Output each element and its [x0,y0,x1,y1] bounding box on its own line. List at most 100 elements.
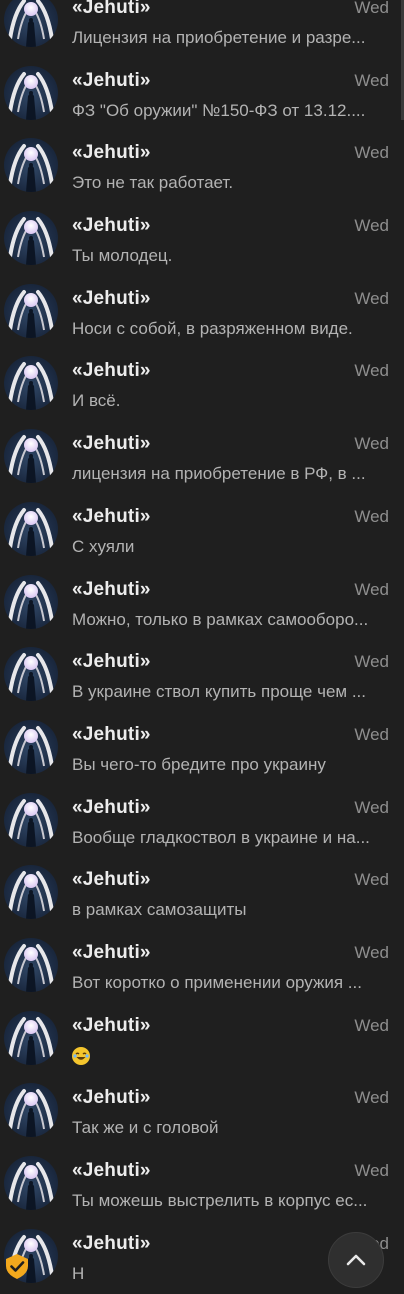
avatar[interactable] [4,719,58,774]
avatar[interactable] [4,429,58,484]
conversation-date: Wed [354,143,389,163]
moon-pillars-avatar-icon [8,217,54,266]
conversation-date: Wed [354,652,389,672]
conversation-preview: Вообще гладкоствол в украине и на... [72,827,370,847]
conversation-row[interactable]: «Jehuti» Wed Так же и с головой [0,1076,404,1149]
moon-pillars-avatar-icon [8,653,54,702]
avatar[interactable] [4,1083,58,1138]
laughing-emoji-icon [72,1047,90,1066]
conversation-preview: Ты можешь выстрелить в корпус ес... [72,1191,368,1210]
moon-pillars-avatar-icon [8,507,54,556]
avatar[interactable] [4,865,58,920]
avatar[interactable] [4,211,58,266]
conversation-name: «Jehuti» [72,1232,151,1254]
conversation-name: «Jehuti» [72,0,151,18]
conversation-name: «Jehuti» [72,433,151,455]
moon-pillars-avatar-icon [8,1162,54,1210]
avatar[interactable] [4,283,58,338]
conversation-date: Wed [354,724,389,744]
conversation-row[interactable]: «Jehuti» Wed С хуяли [0,495,404,568]
moon-pillars-avatar-icon [8,1089,54,1138]
avatar[interactable] [4,138,58,193]
conversation-row[interactable]: «Jehuti» Wed ФЗ "Об оружии" №150-ФЗ от 1… [0,59,404,132]
conversation-row[interactable]: «Jehuti» Wed Лицензия на приобретение и … [0,0,404,59]
conversation-name: «Jehuti» [72,869,151,891]
conversation-name: «Jehuti» [72,215,151,237]
conversation-row[interactable]: «Jehuti» Wed лицензия на приобретение в … [0,422,404,495]
conversation-name: «Jehuti» [72,796,151,818]
conversation-date: Wed [354,1088,389,1108]
conversation-row[interactable]: «Jehuti» Wed Можно, только в рамках само… [0,568,404,641]
conversation-name: «Jehuti» [72,142,151,164]
conversation-name: «Jehuti» [72,505,151,527]
moon-pillars-avatar-icon [8,435,54,484]
conversation-row[interactable]: «Jehuti» Wed [0,1004,404,1077]
moon-pillars-avatar-icon [8,362,54,411]
avatar[interactable] [4,1156,58,1210]
avatar[interactable] [4,65,58,120]
conversation-preview [72,1046,390,1066]
conversation-preview: в рамках самозащиты [72,900,247,920]
conversation-preview: ФЗ "Об оружии" №150-ФЗ от 13.12.... [72,100,366,120]
avatar[interactable] [4,792,58,847]
avatar[interactable] [4,356,58,411]
conversation-row[interactable]: «Jehuti» Wed Вы чего-то бредите про укра… [0,713,404,786]
conversation-name: «Jehuti» [72,287,151,309]
avatar[interactable] [4,1010,58,1065]
avatar[interactable] [4,647,58,702]
conversation-date: Wed [354,579,389,599]
conversation-row[interactable]: «Jehuti» Wed Вообще гладкоствол в украин… [0,786,404,859]
conversation-preview: Носи с собой, в разряженном виде. [72,318,353,338]
moon-pillars-avatar-icon [8,71,54,120]
moon-pillars-avatar-icon [8,0,54,47]
conversation-date: Wed [354,70,389,90]
conversation-preview: Можно, только в рамках самооборо... [72,609,369,629]
conversation-preview: В украине ствол купить проще чем ... [72,682,366,702]
conversation-preview: И всё. [72,391,121,411]
avatar[interactable] [4,501,58,556]
shield-check-icon [3,1252,31,1280]
conversation-name: «Jehuti» [72,651,151,673]
conversation-row[interactable]: «Jehuti» Wed Ты молодец. [0,204,404,277]
conversation-name: «Jehuti» [72,1014,151,1036]
conversation-date: Wed [354,870,389,890]
conversation-row[interactable]: «Jehuti» Wed Вот коротко о применении ор… [0,931,404,1004]
conversation-date: Wed [354,0,389,17]
conversation-preview: Вот коротко о применении оружия ... [72,972,362,992]
conversation-date: Wed [354,216,389,236]
conversation-row[interactable]: «Jehuti» Wed в рамках самозащиты [0,858,404,931]
conversation-name: «Jehuti» [72,69,151,91]
conversation-name: «Jehuti» [72,1160,151,1181]
conversation-row[interactable]: «Jehuti» Wed В украине ствол купить прощ… [0,640,404,713]
moon-pillars-avatar-icon [8,943,54,992]
chevron-up-icon [346,1254,366,1266]
conversation-row[interactable]: «Jehuti» Wed И всё. [0,349,404,422]
conversation-name: «Jehuti» [72,360,151,382]
moon-pillars-avatar-icon [8,289,54,338]
moon-pillars-avatar-icon [8,1016,54,1065]
conversation-name: «Jehuti» [72,941,151,963]
moon-pillars-avatar-icon [8,144,54,193]
avatar[interactable] [4,574,58,629]
avatar[interactable] [4,0,58,47]
conversation-row[interactable]: «Jehuti» Wed Носи с собой, в разряженном… [0,277,404,350]
conversation-name: «Jehuti» [72,723,151,745]
avatar[interactable] [4,937,58,992]
moon-pillars-avatar-icon [8,871,54,920]
conversation-date: Wed [354,1015,389,1035]
moon-pillars-avatar-icon [8,798,54,847]
conversation-preview: Это не так работает. [72,173,234,193]
conversation-preview: Так же и с головой [72,1118,219,1138]
conversation-preview: Ты молодец. [72,246,173,266]
conversation-preview: лицензия на приобретение в РФ, в ... [72,464,366,484]
conversation-date: Wed [354,434,389,454]
conversation-date: Wed [354,942,389,962]
conversation-name: «Jehuti» [72,578,151,600]
conversation-name: «Jehuti» [72,1087,151,1109]
conversation-list: «Jehuti» Wed Лицензия на приобретение и … [0,0,404,1294]
conversation-preview: С хуяли [72,536,135,556]
moon-pillars-avatar-icon [8,725,54,774]
conversation-preview: Вы чего-то бредите про украину [72,754,326,774]
conversation-row[interactable]: «Jehuti» Wed Ты можешь выстрелить в корп… [0,1149,404,1222]
conversation-row[interactable]: «Jehuti» Wed Это не так работает. [0,131,404,204]
